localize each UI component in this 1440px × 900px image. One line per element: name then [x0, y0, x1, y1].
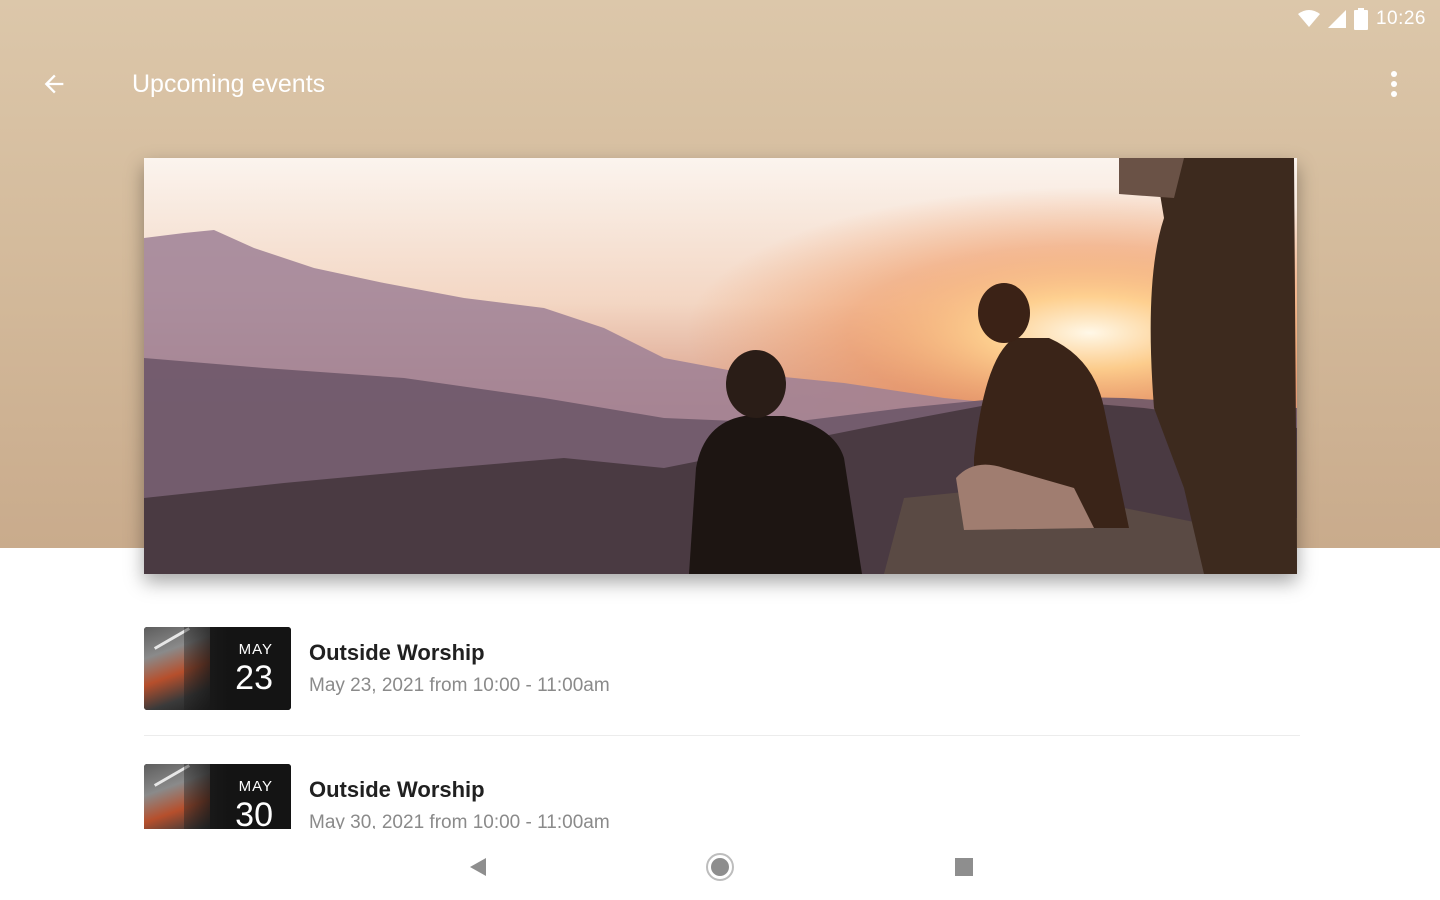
event-day: 30 — [235, 795, 273, 830]
event-day: 23 — [235, 658, 273, 697]
nav-recents-icon — [954, 857, 974, 882]
events-list: MAY 23 Outside Worship May 23, 2021 from… — [0, 0, 1440, 829]
nav-back-button[interactable] — [458, 849, 498, 889]
system-nav-bar — [0, 829, 1440, 900]
nav-home-icon — [705, 852, 735, 887]
event-month: MAY — [238, 640, 273, 658]
event-time: May 30, 2021 from 10:00 - 11:00am — [309, 811, 610, 830]
divider — [144, 735, 1300, 736]
nav-recents-button[interactable] — [944, 849, 984, 889]
nav-back-icon — [468, 856, 488, 883]
event-month: MAY — [238, 777, 273, 795]
event-time: May 23, 2021 from 10:00 - 11:00am — [309, 674, 610, 696]
list-item[interactable]: MAY 30 Outside Worship May 30, 2021 from… — [144, 757, 1300, 829]
list-item[interactable]: MAY 23 Outside Worship May 23, 2021 from… — [144, 620, 1300, 716]
event-title: Outside Worship — [309, 776, 485, 802]
date-badge: MAY 30 — [184, 763, 291, 830]
event-title: Outside Worship — [309, 639, 485, 665]
event-thumbnail: MAY 30 — [144, 763, 291, 830]
date-badge: MAY 23 — [184, 626, 291, 710]
nav-home-button[interactable] — [700, 849, 740, 889]
event-thumbnail: MAY 23 — [144, 626, 291, 710]
